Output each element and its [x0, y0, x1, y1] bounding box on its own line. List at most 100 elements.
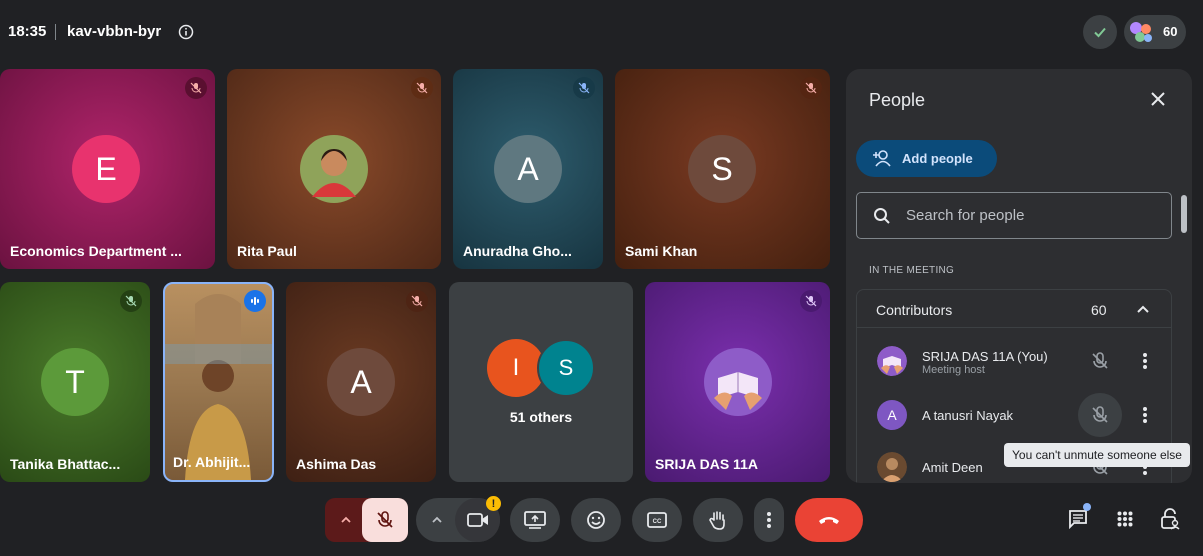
contributors-header[interactable]: Contributors 60 [857, 290, 1171, 328]
videocam-icon [466, 513, 488, 527]
participant-tile[interactable]: SRIJA DAS 11A [645, 282, 830, 482]
present-screen-icon [524, 511, 546, 529]
emoji-icon [587, 511, 605, 529]
host-controls-button[interactable] [1083, 15, 1117, 49]
avatar: A [327, 348, 395, 416]
mic-toggle-button[interactable] [362, 498, 408, 542]
present-button[interactable] [510, 498, 560, 542]
leave-call-button[interactable] [795, 498, 863, 542]
host-controls-lock-button[interactable] [1157, 506, 1183, 532]
avatar: S [537, 339, 595, 397]
info-icon[interactable] [178, 24, 194, 40]
member-name: SRIJA DAS 11A (You) [922, 349, 1048, 364]
mic-off-icon [377, 511, 393, 528]
avatar [877, 452, 907, 482]
mic-off-icon[interactable] [1090, 351, 1110, 371]
mic-off-icon [120, 290, 142, 312]
member-role: Meeting host [922, 364, 985, 376]
reactions-button[interactable] [571, 498, 621, 542]
chat-notification-dot [1083, 503, 1091, 511]
mic-options-button[interactable] [333, 508, 359, 532]
member-name: Amit Deen [922, 460, 983, 475]
chevron-up-icon [341, 516, 351, 523]
group-count: 60 [1091, 302, 1107, 318]
participants-button[interactable]: 60 [1124, 15, 1186, 49]
participant-name: Tanika Bhattac... [10, 456, 121, 472]
participant-name: SRIJA DAS 11A [655, 456, 758, 472]
apps-grid-icon [1117, 511, 1133, 527]
participant-tile[interactable]: E Economics Department ... [0, 69, 215, 269]
divider [55, 24, 56, 40]
add-people-button[interactable]: Add people [856, 140, 997, 177]
panel-title: People [869, 90, 926, 110]
profile-photo [300, 135, 368, 203]
participant-tile[interactable]: Rita Paul [227, 69, 441, 269]
participant-name: Economics Department ... [10, 243, 182, 259]
participant-name: Rita Paul [237, 243, 297, 259]
participant-tile[interactable]: Dr. Abhijit... [163, 282, 274, 482]
more-vert-icon[interactable] [1143, 352, 1147, 370]
search-people-input[interactable]: Search for people [856, 192, 1172, 239]
scrollbar[interactable] [1181, 195, 1187, 233]
mic-off-icon [800, 290, 822, 312]
camera-options-button[interactable] [426, 510, 448, 530]
avatar [877, 346, 907, 376]
check-icon [1094, 27, 1106, 38]
participant-tile[interactable]: S Sami Khan [615, 69, 830, 269]
member-name: A tanusri Nayak [922, 408, 1014, 423]
tooltip: You can't unmute someone else [1004, 443, 1190, 467]
mic-off-icon [406, 290, 428, 312]
captions-button[interactable]: CC [632, 498, 682, 542]
group-label: Contributors [876, 302, 953, 318]
closed-captions-icon: CC [647, 512, 667, 528]
participant-tile[interactable]: A Ashima Das [286, 282, 436, 482]
others-tile[interactable]: I S 51 others [449, 282, 633, 482]
profile-photo [704, 348, 772, 416]
search-icon [874, 208, 890, 224]
search-placeholder: Search for people [906, 207, 1025, 224]
more-options-button[interactable] [754, 498, 784, 542]
more-vert-icon [767, 512, 771, 528]
hand-icon [709, 511, 725, 530]
chevron-up-icon[interactable] [1137, 304, 1149, 314]
chevron-up-icon [432, 516, 442, 523]
participant-name: Dr. Abhijit... [173, 454, 251, 470]
top-bar: 18:35 kav-vbbn-byr 60 [0, 0, 1203, 62]
member-row[interactable]: A A tanusri Nayak [857, 390, 1171, 440]
svg-text:CC: CC [653, 519, 662, 525]
add-people-label: Add people [902, 151, 973, 166]
participant-name: Sami Khan [625, 243, 698, 259]
section-label: IN THE MEETING [869, 265, 955, 276]
mic-off-icon [800, 77, 822, 99]
add-person-icon [873, 150, 891, 167]
participant-tile[interactable]: A Anuradha Gho... [453, 69, 603, 269]
avatar: A [494, 135, 562, 203]
mic-off-icon [185, 77, 207, 99]
people-panel: People Add people Search for people IN T… [846, 69, 1192, 483]
more-vert-icon[interactable] [1143, 406, 1147, 424]
avatar: S [688, 135, 756, 203]
mic-off-icon[interactable] [1090, 405, 1110, 425]
mic-off-icon [411, 77, 433, 99]
others-count: 51 others [509, 409, 573, 425]
clock: 18:35 [8, 23, 47, 40]
activities-button[interactable] [1112, 506, 1138, 532]
video-feed [165, 294, 272, 480]
participant-name: Anuradha Gho... [463, 243, 572, 259]
avatar: A [877, 400, 907, 430]
call-end-icon [819, 517, 839, 524]
close-icon[interactable] [1148, 89, 1168, 109]
chat-icon [1069, 510, 1087, 529]
warning-badge-icon: ! [486, 496, 501, 511]
participant-avatars-icon [1130, 22, 1152, 42]
member-row[interactable]: SRIJA DAS 11A (You) Meeting host [857, 336, 1171, 386]
participant-count: 60 [1163, 24, 1178, 39]
avatar: T [41, 348, 109, 416]
speaking-icon [244, 290, 266, 312]
meeting-code: kav-vbbn-byr [67, 23, 162, 40]
participant-tile[interactable]: T Tanika Bhattac... [0, 282, 150, 482]
mic-off-icon [573, 77, 595, 99]
lock-person-icon [1161, 508, 1180, 530]
raise-hand-button[interactable] [693, 498, 743, 542]
participant-name: Ashima Das [296, 456, 377, 472]
